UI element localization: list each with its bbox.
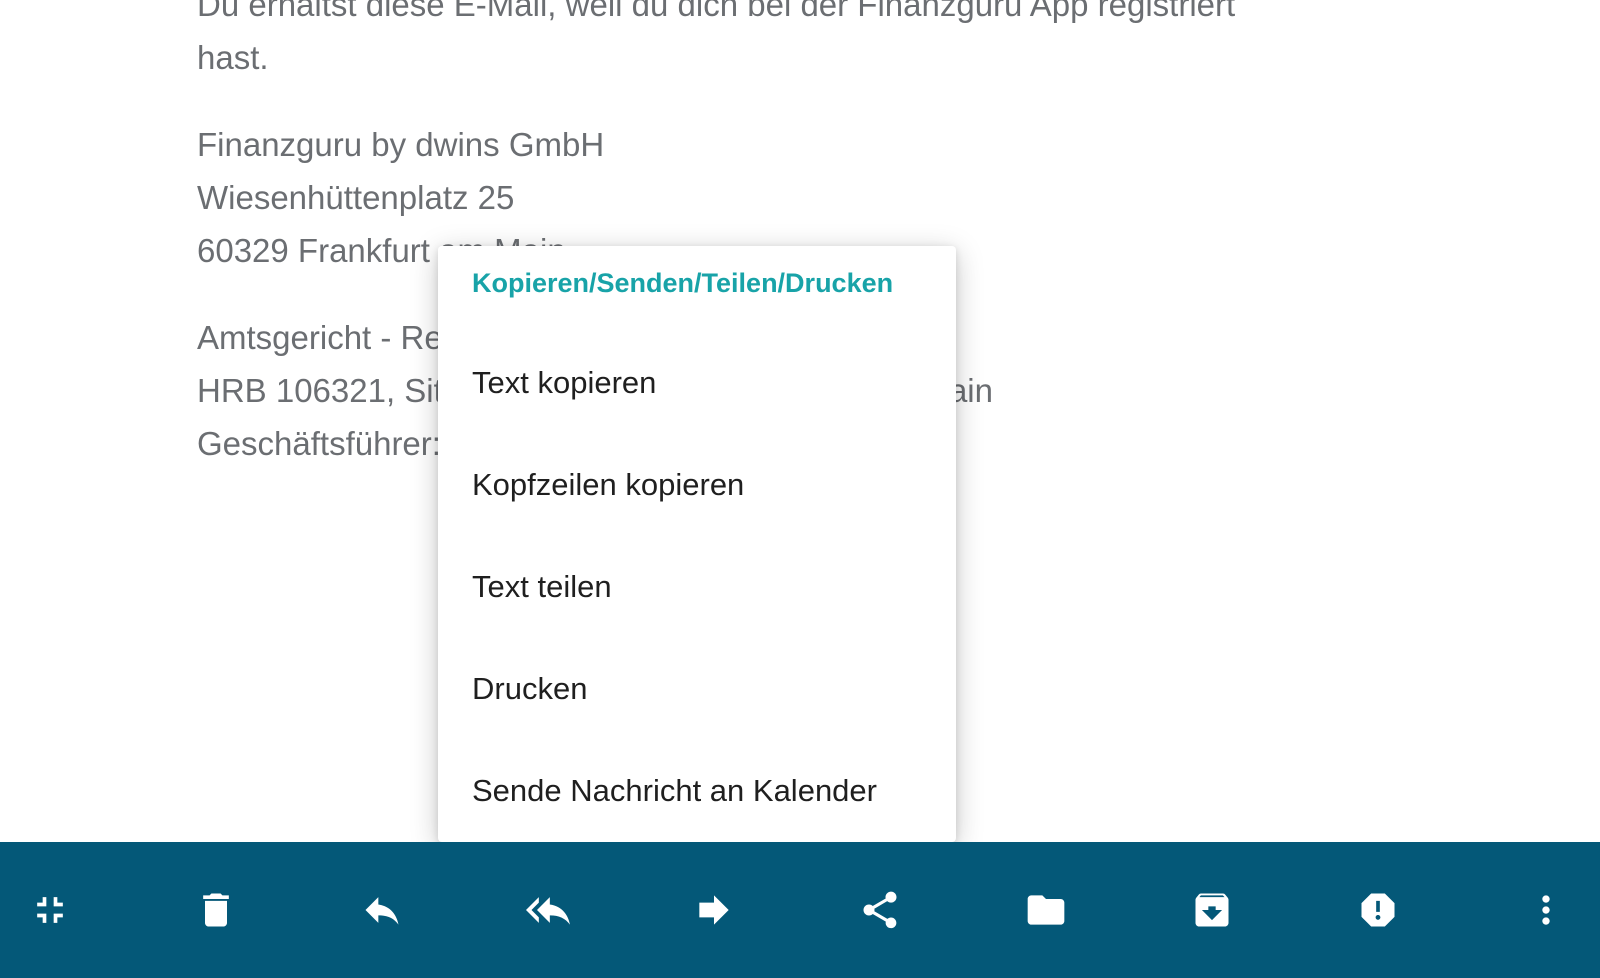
- menu-item-copy-text[interactable]: Text kopieren: [438, 332, 956, 434]
- menu-item-send-to-calendar[interactable]: Sende Nachricht an Kalender: [438, 740, 956, 842]
- email-text-line: Finanzguru by dwins GmbH: [197, 126, 605, 163]
- menu-item-share-text[interactable]: Text teilen: [438, 536, 956, 638]
- context-menu: Kopieren/Senden/Teilen/Drucken Text kopi…: [438, 246, 956, 842]
- reply-all-button[interactable]: [488, 842, 608, 978]
- folder-icon: [1027, 895, 1065, 925]
- bottom-toolbar: [0, 842, 1600, 978]
- email-text-line: Wiesenhüttenplatz 25: [197, 179, 515, 216]
- archive-button[interactable]: [1152, 842, 1272, 978]
- collapse-icon: [37, 897, 63, 923]
- more-vert-icon: [1542, 895, 1550, 925]
- menu-item-print[interactable]: Drucken: [438, 638, 956, 740]
- move-to-folder-button[interactable]: [986, 842, 1106, 978]
- more-options-button[interactable]: [1486, 842, 1600, 978]
- collapse-button[interactable]: [0, 842, 110, 978]
- reply-all-icon: [526, 897, 570, 925]
- share-icon: [863, 891, 897, 929]
- menu-item-copy-headers[interactable]: Kopfzeilen kopieren: [438, 434, 956, 536]
- trash-icon: [203, 893, 229, 927]
- forward-button[interactable]: [654, 842, 774, 978]
- report-spam-button[interactable]: [1318, 842, 1438, 978]
- reply-button[interactable]: [322, 842, 442, 978]
- reply-icon: [365, 897, 399, 925]
- spam-report-icon: [1361, 893, 1395, 927]
- context-menu-title: Kopieren/Senden/Teilen/Drucken: [472, 268, 894, 298]
- share-button[interactable]: [820, 842, 940, 978]
- email-text-line: Du erhältst diese E-Mail, weil du dich b…: [197, 0, 1236, 23]
- archive-icon: [1195, 893, 1229, 927]
- delete-button[interactable]: [156, 842, 276, 978]
- email-paragraph-registration: Du erhältst diese E-Mail, weil du dich b…: [197, 0, 1417, 84]
- email-view: Du erhältst diese E-Mail, weil du dich b…: [0, 0, 1600, 978]
- email-text-line: hast.: [197, 39, 269, 76]
- forward-icon: [699, 895, 729, 925]
